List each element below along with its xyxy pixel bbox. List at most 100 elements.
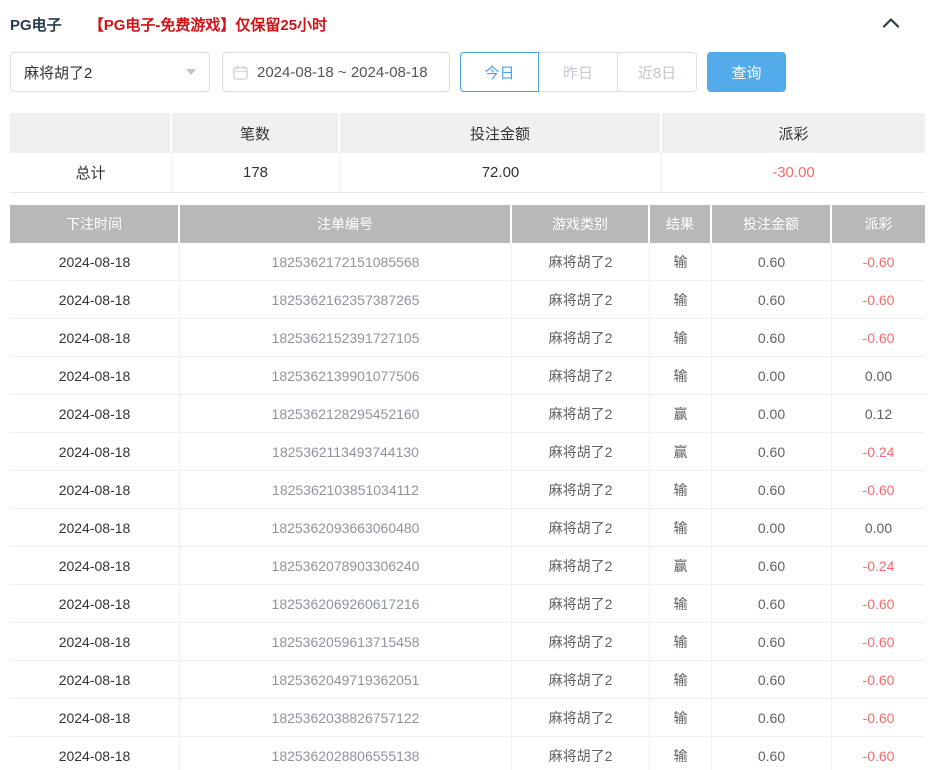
- cell-result: 输: [650, 585, 712, 622]
- cell-bet-time: 2024-08-18: [10, 623, 180, 660]
- quick-button-yesterday[interactable]: 昨日: [539, 52, 618, 92]
- cell-payout: -0.60: [862, 481, 895, 498]
- table-row: 2024-08-18 1825362172151085568 麻将胡了2 输 0…: [10, 243, 925, 281]
- summary-header-count: 笔数: [172, 113, 340, 153]
- cell-payout: -0.60: [862, 291, 895, 308]
- cell-payout: -0.60: [862, 253, 895, 270]
- summary-total-row: 总计 178 72.00 -30.00: [10, 153, 925, 193]
- summary-header-row: 笔数 投注金额 派彩: [10, 113, 925, 153]
- game-select[interactable]: 麻将胡了2: [10, 52, 210, 92]
- header-payout: 派彩: [832, 205, 925, 243]
- cell-bet-id: 1825362078903306240: [180, 547, 512, 584]
- page-title: PG电子: [10, 16, 62, 34]
- cell-bet-amount: 0.60: [712, 699, 832, 736]
- summary-total-count: 178: [172, 153, 340, 192]
- cell-bet-id: 1825362139901077506: [180, 357, 512, 394]
- header-game-type: 游戏类别: [512, 205, 650, 243]
- query-button[interactable]: 查询: [707, 52, 786, 92]
- game-select-value: 麻将胡了2: [24, 64, 93, 82]
- cell-bet-amount: 0.60: [712, 319, 832, 356]
- table-row: 2024-08-18 1825362078903306240 麻将胡了2 赢 0…: [10, 547, 925, 585]
- header-bet-amount: 投注金额: [712, 205, 832, 243]
- calendar-icon: [233, 65, 248, 80]
- cell-result: 赢: [650, 547, 712, 584]
- cell-bet-amount: 0.60: [712, 737, 832, 770]
- cell-bet-id: 1825362172151085568: [180, 243, 512, 280]
- cell-bet-time: 2024-08-18: [10, 585, 180, 622]
- cell-bet-id: 1825362069260617216: [180, 585, 512, 622]
- cell-bet-id: 1825362152391727105: [180, 319, 512, 356]
- cell-bet-id: 1825362038826757122: [180, 699, 512, 736]
- cell-bet-time: 2024-08-18: [10, 319, 180, 356]
- table-row: 2024-08-18 1825362113493744130 麻将胡了2 赢 0…: [10, 433, 925, 471]
- quick-button-last8days[interactable]: 近8日: [618, 52, 697, 92]
- cell-result: 输: [650, 281, 712, 318]
- cell-bet-amount: 0.60: [712, 471, 832, 508]
- cell-payout: -0.60: [862, 747, 895, 764]
- date-range-value: 2024-08-18 ~ 2024-08-18: [257, 63, 428, 81]
- notice-text: 【PG电子-免费游戏】仅保留25小时: [88, 16, 328, 34]
- cell-result: 输: [650, 509, 712, 546]
- header-result: 结果: [650, 205, 712, 243]
- chevron-up-icon: [882, 17, 900, 32]
- bet-table-header-row: 下注时间 注单编号 游戏类别 结果 投注金额 派彩: [10, 205, 925, 243]
- cell-bet-amount: 0.60: [712, 585, 832, 622]
- cell-bet-id: 1825362093663060480: [180, 509, 512, 546]
- cell-bet-time: 2024-08-18: [10, 699, 180, 736]
- table-row: 2024-08-18 1825362103851034112 麻将胡了2 输 0…: [10, 471, 925, 509]
- cell-payout: -0.60: [862, 595, 895, 612]
- header-bet-id: 注单编号: [180, 205, 512, 243]
- summary-total-payout: -30.00: [772, 164, 815, 181]
- caret-down-icon: [186, 69, 196, 75]
- cell-result: 输: [650, 357, 712, 394]
- cell-bet-time: 2024-08-18: [10, 509, 180, 546]
- cell-payout: 0.00: [864, 519, 893, 536]
- cell-result: 输: [650, 623, 712, 660]
- table-row: 2024-08-18 1825362038826757122 麻将胡了2 输 0…: [10, 699, 925, 737]
- quick-range-group: 今日 昨日 近8日: [460, 52, 697, 92]
- cell-result: 输: [650, 319, 712, 356]
- cell-game-type: 麻将胡了2: [512, 243, 650, 280]
- cell-game-type: 麻将胡了2: [512, 547, 650, 584]
- cell-game-type: 麻将胡了2: [512, 471, 650, 508]
- collapse-button[interactable]: [882, 17, 900, 32]
- bet-table-body: 2024-08-18 1825362172151085568 麻将胡了2 输 0…: [10, 243, 925, 770]
- table-row: 2024-08-18 1825362069260617216 麻将胡了2 输 0…: [10, 585, 925, 623]
- cell-bet-time: 2024-08-18: [10, 357, 180, 394]
- quick-button-today[interactable]: 今日: [460, 52, 539, 92]
- cell-payout: 0.12: [864, 405, 893, 422]
- cell-bet-amount: 0.60: [712, 661, 832, 698]
- table-row: 2024-08-18 1825362028806555138 麻将胡了2 输 0…: [10, 737, 925, 770]
- cell-game-type: 麻将胡了2: [512, 281, 650, 318]
- filter-bar: 麻将胡了2 2024-08-18 ~ 2024-08-18 今日 昨日 近8日 …: [10, 52, 925, 92]
- cell-payout: -0.60: [862, 329, 895, 346]
- summary-header-blank: [10, 113, 172, 153]
- cell-result: 赢: [650, 395, 712, 432]
- summary-table: 笔数 投注金额 派彩 总计 178 72.00 -30.00: [10, 113, 925, 193]
- cell-game-type: 麻将胡了2: [512, 395, 650, 432]
- cell-game-type: 麻将胡了2: [512, 319, 650, 356]
- cell-bet-id: 1825362028806555138: [180, 737, 512, 770]
- cell-result: 输: [650, 661, 712, 698]
- cell-bet-id: 1825362059613715458: [180, 623, 512, 660]
- cell-bet-id: 1825362113493744130: [180, 433, 512, 470]
- cell-result: 输: [650, 699, 712, 736]
- cell-bet-amount: 0.00: [712, 357, 832, 394]
- cell-bet-time: 2024-08-18: [10, 395, 180, 432]
- table-row: 2024-08-18 1825362162357387265 麻将胡了2 输 0…: [10, 281, 925, 319]
- cell-game-type: 麻将胡了2: [512, 433, 650, 470]
- cell-game-type: 麻将胡了2: [512, 737, 650, 770]
- cell-game-type: 麻将胡了2: [512, 699, 650, 736]
- cell-bet-amount: 0.00: [712, 509, 832, 546]
- summary-total-label: 总计: [10, 153, 172, 192]
- cell-bet-amount: 0.60: [712, 547, 832, 584]
- cell-bet-time: 2024-08-18: [10, 243, 180, 280]
- cell-game-type: 麻将胡了2: [512, 623, 650, 660]
- table-row: 2024-08-18 1825362152391727105 麻将胡了2 输 0…: [10, 319, 925, 357]
- cell-result: 输: [650, 471, 712, 508]
- cell-bet-id: 1825362162357387265: [180, 281, 512, 318]
- cell-result: 赢: [650, 433, 712, 470]
- date-range-input[interactable]: 2024-08-18 ~ 2024-08-18: [222, 52, 450, 92]
- cell-bet-time: 2024-08-18: [10, 737, 180, 770]
- table-row: 2024-08-18 1825362049719362051 麻将胡了2 输 0…: [10, 661, 925, 699]
